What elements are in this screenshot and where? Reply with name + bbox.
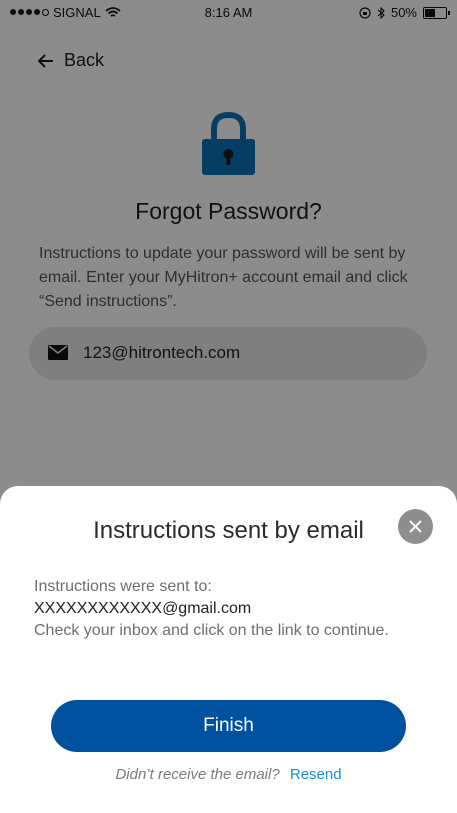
sent-to-label: Instructions were sent to: — [34, 578, 212, 595]
no-email-question: Didn’t receive the email? — [115, 766, 280, 783]
confirmation-sheet: Instructions sent by email Instructions … — [0, 486, 457, 813]
inbox-instruction: Check your inbox and click on the link t… — [34, 622, 389, 639]
close-button[interactable] — [398, 509, 433, 544]
finish-button[interactable]: Finish — [51, 700, 406, 752]
resend-line: Didn’t receive the email? Resend — [0, 766, 457, 783]
resend-link[interactable]: Resend — [290, 766, 342, 783]
sheet-message: Instructions were sent to: XXXXXXXXXXXX@… — [34, 576, 424, 642]
sheet-title: Instructions sent by email — [93, 517, 364, 544]
close-icon — [409, 520, 422, 533]
sent-to-address: XXXXXXXXXXXX@gmail.com — [34, 600, 252, 617]
